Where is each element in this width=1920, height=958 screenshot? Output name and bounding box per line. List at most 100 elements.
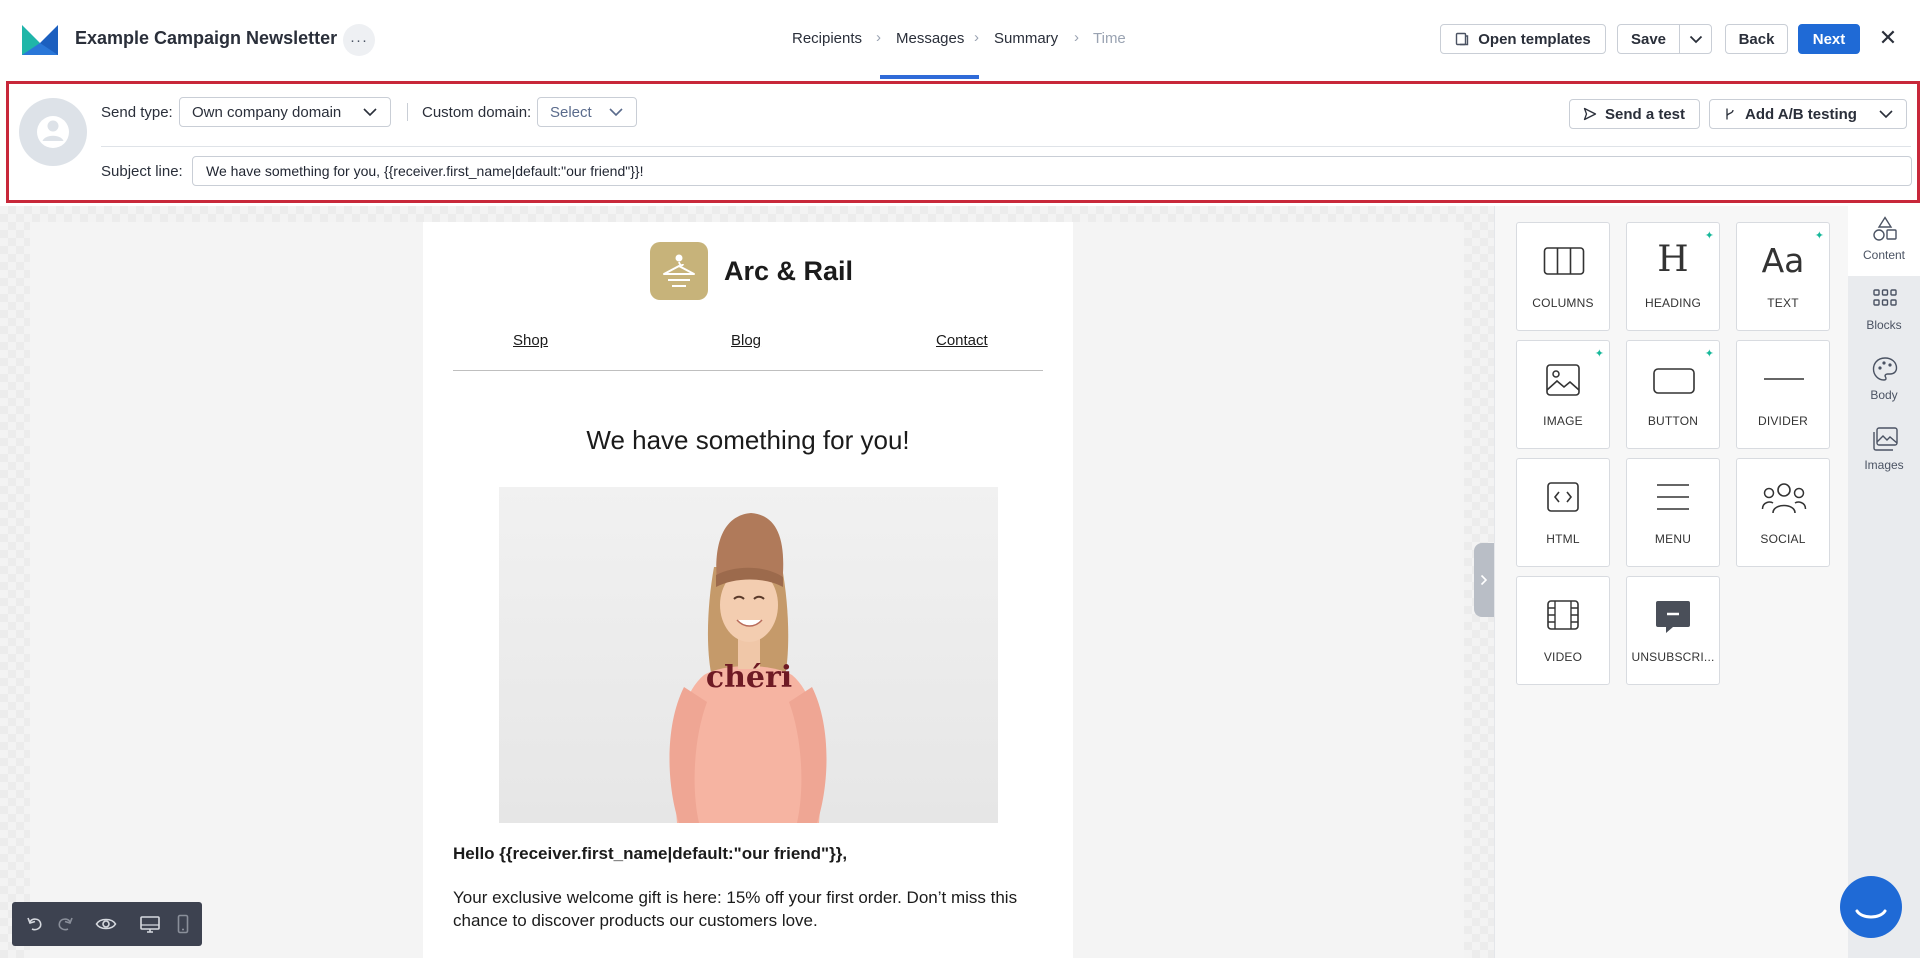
top-bar: Example Campaign Newsletter ··· Recipien… — [0, 0, 1920, 79]
rail-label: Body — [1870, 388, 1898, 402]
step-summary[interactable]: Summary — [994, 30, 1058, 47]
tool-label: MENU — [1654, 532, 1692, 546]
chevron-down-icon — [609, 108, 623, 117]
email-heading[interactable]: We have something for you! — [423, 425, 1073, 456]
rail-item-content[interactable]: Content — [1848, 206, 1920, 276]
tool-label: HTML — [1546, 532, 1580, 546]
tool-label: VIDEO — [1543, 650, 1583, 664]
tool-text[interactable]: ✦ Aa TEXT — [1736, 222, 1830, 331]
back-button[interactable]: Back — [1725, 24, 1788, 54]
hero-image[interactable]: chéri — [499, 487, 998, 823]
tool-columns[interactable]: COLUMNS — [1516, 222, 1610, 331]
tool-label: TEXT — [1767, 296, 1799, 310]
subject-line-label: Subject line: — [101, 163, 183, 180]
next-button[interactable]: Next — [1798, 24, 1860, 54]
email-nav-contact[interactable]: Contact — [936, 332, 988, 349]
menu-icon — [1657, 484, 1689, 510]
chevron-down-icon — [1879, 110, 1893, 119]
open-templates-button[interactable]: Open templates — [1440, 24, 1606, 54]
chat-support-button[interactable] — [1840, 876, 1902, 938]
message-settings-panel: Send type: Own company domain Custom dom… — [6, 81, 1920, 203]
step-time: Time — [1093, 30, 1126, 47]
rail-label: Images — [1864, 458, 1904, 472]
preview-eye-icon[interactable] — [95, 914, 117, 934]
brand-logo-icon[interactable] — [650, 242, 708, 300]
ab-testing-button[interactable]: Add A/B testing — [1709, 99, 1907, 129]
ab-testing-label: Add A/B testing — [1745, 105, 1857, 123]
desktop-view-icon[interactable] — [139, 914, 161, 934]
tool-heading[interactable]: ✦ H HEADING — [1626, 222, 1720, 331]
send-icon — [1583, 107, 1597, 121]
subject-line-input[interactable]: We have something for you, {{receiver.fi… — [192, 156, 1912, 186]
tool-menu[interactable]: MENU — [1626, 458, 1720, 567]
image-icon — [1546, 364, 1580, 396]
tool-label: BUTTON — [1647, 414, 1699, 428]
chat-smile-icon — [1855, 909, 1887, 919]
text-icon: Aa — [1761, 241, 1805, 280]
next-label: Next — [1812, 30, 1846, 48]
button-icon — [1653, 368, 1695, 394]
grid-icon — [1873, 289, 1897, 306]
step-separator-icon: › — [974, 29, 979, 46]
tool-unsubscribe[interactable]: UNSUBSCRI... — [1626, 576, 1720, 685]
mobile-view-icon[interactable] — [172, 914, 194, 934]
tool-label: IMAGE — [1543, 414, 1583, 428]
rail-item-images[interactable]: Images — [1848, 416, 1920, 486]
chevron-down-icon — [1689, 35, 1702, 43]
editor-side-rail: Content Blocks Body Images — [1848, 206, 1920, 958]
columns-icon — [1543, 247, 1585, 275]
email-preview[interactable]: Arc & Rail Shop Blog Contact We have som… — [423, 222, 1073, 958]
email-nav-shop[interactable]: Shop — [513, 332, 548, 349]
ai-sparkle-icon: ✦ — [1704, 348, 1714, 360]
social-icon — [1761, 483, 1807, 514]
send-type-value: Own company domain — [192, 103, 342, 121]
send-test-label: Send a test — [1605, 105, 1686, 123]
tool-button[interactable]: ✦ BUTTON — [1626, 340, 1720, 449]
send-test-button[interactable]: Send a test — [1569, 99, 1700, 129]
send-type-select[interactable]: Own company domain — [179, 97, 391, 127]
step-recipients[interactable]: Recipients — [792, 30, 862, 47]
branch-icon — [1726, 108, 1734, 120]
sender-avatar[interactable] — [19, 98, 87, 166]
tool-social[interactable]: SOCIAL — [1736, 458, 1830, 567]
step-messages[interactable]: Messages — [896, 30, 964, 47]
back-label: Back — [1738, 30, 1775, 48]
chevron-right-icon — [1480, 574, 1488, 586]
custom-domain-select[interactable]: Select — [537, 97, 637, 127]
undo-icon[interactable] — [24, 914, 46, 934]
tool-image[interactable]: ✦ IMAGE — [1516, 340, 1610, 449]
save-label: Save — [1630, 30, 1667, 48]
email-divider — [453, 370, 1043, 371]
active-step-indicator — [880, 75, 979, 79]
rail-item-body[interactable]: Body — [1848, 346, 1920, 416]
email-greeting[interactable]: Hello {{receiver.first_name|default:"our… — [453, 844, 847, 864]
video-icon — [1547, 600, 1579, 630]
html-icon — [1547, 482, 1579, 512]
tool-html[interactable]: HTML — [1516, 458, 1610, 567]
email-nav-blog[interactable]: Blog — [731, 332, 761, 349]
ai-sparkle-icon: ✦ — [1594, 348, 1604, 360]
save-button[interactable]: Save — [1617, 24, 1680, 54]
tool-label: COLUMNS — [1532, 296, 1594, 310]
tool-label: HEADING — [1644, 296, 1702, 310]
email-body-text[interactable]: Your exclusive welcome gift is here: 15%… — [453, 886, 1043, 932]
images-icon — [1873, 427, 1898, 451]
close-icon[interactable]: ✕ — [1876, 25, 1900, 50]
tool-label: DIVIDER — [1757, 414, 1809, 428]
tool-video[interactable]: VIDEO — [1516, 576, 1610, 685]
template-icon — [1456, 32, 1469, 46]
divider — [101, 146, 1911, 147]
divider-icon — [1764, 378, 1804, 380]
user-icon — [37, 116, 69, 148]
rail-label: Content — [1862, 248, 1906, 262]
tool-divider[interactable]: DIVIDER — [1736, 340, 1830, 449]
rail-item-blocks[interactable]: Blocks — [1848, 276, 1920, 346]
collapse-panel-button[interactable] — [1474, 543, 1494, 617]
save-dropdown-button[interactable] — [1679, 24, 1712, 54]
step-separator-icon: › — [1074, 29, 1079, 46]
custom-domain-value: Select — [550, 103, 592, 121]
send-type-label: Send type: — [101, 104, 173, 121]
redo-icon[interactable] — [54, 914, 76, 934]
shapes-icon — [1873, 216, 1897, 241]
palette-icon — [1872, 357, 1898, 381]
